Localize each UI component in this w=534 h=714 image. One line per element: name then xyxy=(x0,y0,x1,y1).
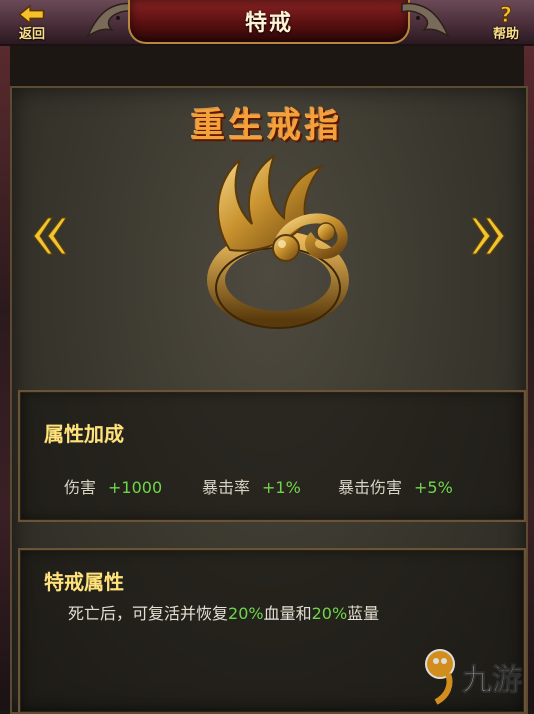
dragon-ornament-right-icon xyxy=(401,2,450,38)
ring-name: 重生戒指 xyxy=(191,106,343,146)
stat-label: 伤害 xyxy=(64,478,97,497)
top-bar: 返回 特戒 ? 帮助 xyxy=(0,0,534,46)
desc-text: 血量和 xyxy=(263,604,312,623)
page-title: 特戒 xyxy=(244,11,293,36)
hp-percent: 20% xyxy=(228,604,264,623)
next-ring-arrow-icon[interactable] xyxy=(470,214,508,258)
title-plate: 特戒 xyxy=(128,0,410,44)
jiuyou-watermark-logo: 九游 xyxy=(425,649,523,705)
stat-value: +1000 xyxy=(108,478,163,497)
stat-damage: 伤害 +1000 xyxy=(64,474,162,498)
help-label: 帮助 xyxy=(492,27,519,42)
back-button[interactable]: 返回 xyxy=(2,4,62,42)
svg-text:?: ? xyxy=(500,4,512,25)
watermark-text: 九游 xyxy=(462,663,522,698)
attribute-bonus-box: 属性加成 伤害 +1000 暴击率 +1% 暴击伤害 +5% xyxy=(18,390,526,522)
back-label: 返回 xyxy=(18,27,45,42)
attribute-bonus-title: 属性加成 xyxy=(44,422,124,446)
stat-crit-damage: 暴击伤害 +5% xyxy=(338,474,453,498)
stat-label: 暴击伤害 xyxy=(338,478,403,497)
previous-ring-arrow-icon[interactable] xyxy=(30,214,68,258)
back-arrow-icon xyxy=(18,4,45,25)
stat-value: +1% xyxy=(262,478,301,497)
stat-value: +5% xyxy=(414,478,453,497)
stat-label: 暴击率 xyxy=(202,478,251,497)
mp-percent: 20% xyxy=(311,604,348,623)
ring-image xyxy=(207,153,349,329)
stat-crit-rate: 暴击率 +1% xyxy=(202,474,301,498)
help-button[interactable]: ? 帮助 xyxy=(476,4,534,42)
question-mark-icon: ? xyxy=(499,4,512,25)
desc-text: 蓝量 xyxy=(347,604,380,623)
special-attribute-title: 特戒属性 xyxy=(44,570,124,594)
desc-text: 死亡后，可复活并恢复 xyxy=(68,604,229,623)
special-attribute-description: 死亡后，可复活并恢复20%血量和20%蓝量 xyxy=(68,600,379,624)
